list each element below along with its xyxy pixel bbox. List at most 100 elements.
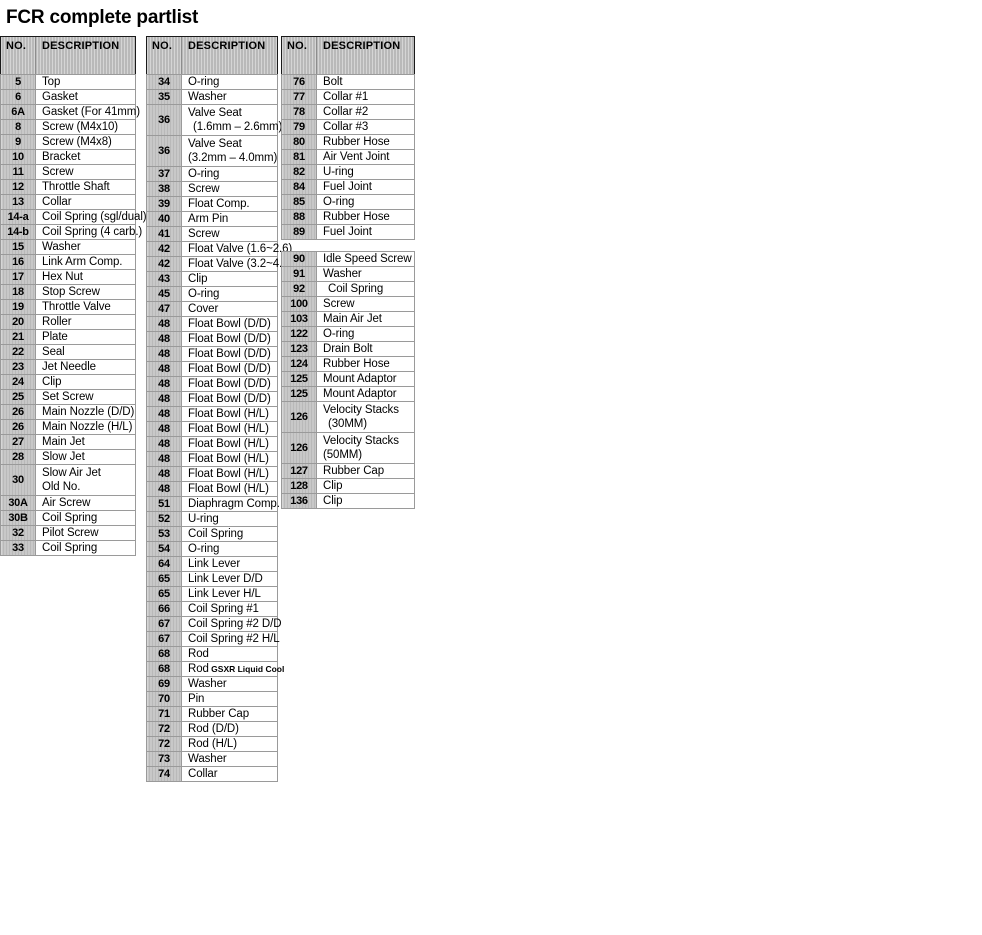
part-description-cell: O-ring xyxy=(181,166,278,182)
description-line-1: Float Bowl (H/L) xyxy=(188,468,269,480)
part-number-cell: 78 xyxy=(281,104,317,120)
description-line-1: Rubber Cap xyxy=(188,708,250,720)
part-number-cell: 5 xyxy=(0,74,36,90)
page-title: FCR complete partlist xyxy=(6,7,199,28)
table-row: 11 Screw xyxy=(0,164,136,180)
description-line-1: Collar xyxy=(188,768,218,780)
part-number-cell: 36 xyxy=(146,104,182,136)
part-description-cell: Washer xyxy=(181,89,278,105)
description-line-1: Top xyxy=(42,76,61,88)
part-number-cell: 33 xyxy=(0,540,36,556)
description-line-1: Main Jet xyxy=(42,436,85,448)
part-number-cell: 36 xyxy=(146,135,182,167)
description-line-1: Velocity Stacks xyxy=(323,435,399,447)
description-line-1: Washer xyxy=(188,678,227,690)
header-description-label: DESCRIPTION xyxy=(188,40,266,52)
part-number-cell: 12 xyxy=(0,179,36,195)
header-no-label: NO. xyxy=(6,40,27,52)
part-number-cell: 30A xyxy=(0,495,36,511)
description-line-1: Coil Spring #1 xyxy=(188,603,259,615)
description-line-1: Washer xyxy=(42,241,81,253)
part-number-cell: 48 xyxy=(146,316,182,332)
description-line-1: Roller xyxy=(42,316,72,328)
table-row: 52 U-ring xyxy=(146,511,278,527)
part-number-cell: 54 xyxy=(146,541,182,557)
description-line-1: Screw xyxy=(323,298,355,310)
description-line-2: Old No. xyxy=(42,481,81,493)
part-description-cell: Coil Spring #1 xyxy=(181,601,278,617)
table-row: 5 Top xyxy=(0,74,136,90)
part-description-cell: Float Bowl (H/L) xyxy=(181,451,278,467)
part-number-cell: 128 xyxy=(281,478,317,494)
table-row: 48 Float Bowl (D/D) xyxy=(146,361,278,377)
table-row: 25 Set Screw xyxy=(0,389,136,405)
part-number-cell: 40 xyxy=(146,211,182,227)
part-number-cell: 72 xyxy=(146,721,182,737)
table-row: 36 Valve Seat (1.6mm – 2.6mm) xyxy=(146,104,282,136)
description-line-1: Mount Adaptor xyxy=(323,373,397,385)
part-number-cell: 10 xyxy=(0,149,36,165)
part-description-cell: Plate xyxy=(35,329,136,345)
description-line-1: Stop Screw xyxy=(42,286,100,298)
description-line-1: O-ring xyxy=(188,543,220,555)
description-line-1: Slow Air Jet xyxy=(42,467,101,479)
table-row: 80 Rubber Hose xyxy=(281,134,415,150)
part-number-cell: 85 xyxy=(281,194,317,210)
part-number-cell: 21 xyxy=(0,329,36,345)
part-number-cell: 123 xyxy=(281,341,317,357)
table-row: 30 Slow Air Jet Old No. xyxy=(0,464,136,496)
part-description-cell: Screw (M4x10) xyxy=(35,119,136,135)
part-number-cell: 13 xyxy=(0,194,36,210)
column-1-header: NO. DESCRIPTION xyxy=(0,36,136,74)
table-row: 34 O-ring xyxy=(146,74,278,90)
part-description-cell: Idle Speed Screw xyxy=(316,251,415,267)
part-number-cell: 66 xyxy=(146,601,182,617)
part-description-cell: Coil Spring (sgl/dual) xyxy=(35,209,147,225)
table-row: 27 Main Jet xyxy=(0,434,136,450)
description-line-1: O-ring xyxy=(188,288,220,300)
table-row: 72 Rod (D/D) xyxy=(146,721,278,737)
description-line-1: Gasket (For 41mm) xyxy=(42,106,140,118)
part-number-cell: 35 xyxy=(146,89,182,105)
part-description-cell: U-ring xyxy=(316,164,415,180)
part-description-cell: Rod (D/D) xyxy=(181,721,278,737)
part-number-cell: 8 xyxy=(0,119,36,135)
table-row: 90 Idle Speed Screw xyxy=(281,251,415,267)
part-number-cell: 67 xyxy=(146,616,182,632)
part-number-cell: 89 xyxy=(281,224,317,240)
description-line-1: Main Air Jet xyxy=(323,313,382,325)
description-line-1: Idle Speed Screw xyxy=(323,253,412,265)
part-number-cell: 37 xyxy=(146,166,182,182)
part-description-cell: Slow Air Jet Old No. xyxy=(35,464,136,496)
part-number-cell: 124 xyxy=(281,356,317,372)
description-line-1: Float Bowl (D/D) xyxy=(188,318,271,330)
part-description-cell: Float Bowl (H/L) xyxy=(181,466,278,482)
part-number-cell: 48 xyxy=(146,466,182,482)
part-description-cell: Float Bowl (D/D) xyxy=(181,391,278,407)
table-row: 16 Link Arm Comp. xyxy=(0,254,136,270)
description-line-1: Bolt xyxy=(323,76,343,88)
part-description-cell: Velocity Stacks (30MM) xyxy=(316,401,415,433)
part-description-cell: Link Lever H/L xyxy=(181,586,278,602)
column-2-rows: 34 O-ring 35 Washer 36 Valve Seat (1.6mm – 2.6… xyxy=(146,74,292,782)
table-row: 45 O-ring xyxy=(146,286,278,302)
part-description-cell: Float Bowl (H/L) xyxy=(181,406,278,422)
part-number-cell: 27 xyxy=(0,434,36,450)
partlist-column-3: NO. DESCRIPTION 76 Bolt 77 Collar #1 78 Colla… xyxy=(281,36,415,509)
part-description-cell: Throttle Valve xyxy=(35,299,136,315)
table-row: 48 Float Bowl (D/D) xyxy=(146,391,278,407)
part-description-cell: Roller xyxy=(35,314,136,330)
table-row: 67 Coil Spring #2 H/L xyxy=(146,631,280,647)
part-number-cell: 30 xyxy=(0,464,36,496)
description-line-1: Screw (M4x10) xyxy=(42,121,119,133)
part-number-cell: 22 xyxy=(0,344,36,360)
partlist-column-2: NO. DESCRIPTION 34 O-ring 35 Washer 36 Valve … xyxy=(146,36,292,782)
table-row: 48 Float Bowl (H/L) xyxy=(146,466,278,482)
partlist-column-1: NO. DESCRIPTION 5 Top 6 Gasket 6A Gasket (For… xyxy=(0,36,147,556)
part-number-cell: 125 xyxy=(281,386,317,402)
part-description-cell: Coil Spring (4 carb.) xyxy=(35,224,142,240)
part-number-cell: 79 xyxy=(281,119,317,135)
part-description-cell: Float Bowl (H/L) xyxy=(181,436,278,452)
description-line-1: Float Bowl (D/D) xyxy=(188,393,271,405)
description-line-1: Float Comp. xyxy=(188,198,250,210)
